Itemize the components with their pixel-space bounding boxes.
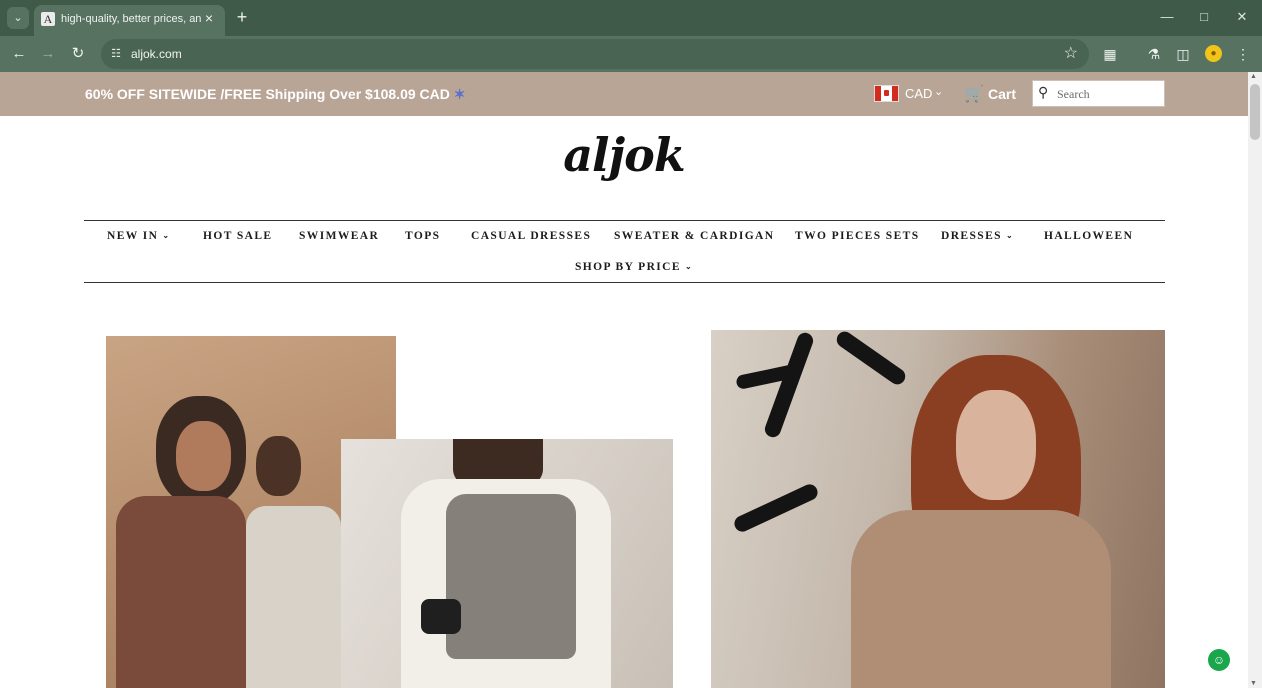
face-shape — [176, 421, 231, 491]
tab-title: high-quality, better prices, and — [61, 13, 201, 25]
nav-item-two-pieces-sets[interactable]: TWO PIECES SETS — [795, 230, 920, 242]
announcement-text[interactable]: 60% OFF SITEWIDE /FREE Shipping Over $10… — [85, 86, 466, 103]
search-box[interactable]: ⚲ — [1032, 80, 1165, 107]
party-icon: ✶ — [453, 86, 466, 102]
chat-icon[interactable]: ☺ — [1208, 649, 1230, 671]
menu-kebab-icon[interactable]: ⋮ — [1232, 43, 1254, 65]
site-info-icon[interactable]: ☷ — [108, 46, 124, 62]
tab-search-button[interactable]: ⌄ — [7, 7, 29, 29]
scroll-up-icon[interactable]: ▲ — [1250, 73, 1257, 80]
announcement-bar: 60% OFF SITEWIDE /FREE Shipping Over $10… — [0, 72, 1248, 116]
mural-stroke-shape — [731, 481, 821, 535]
brown-dress-shape — [116, 496, 246, 688]
currency-selector[interactable]: CAD — [905, 86, 932, 101]
cart-link[interactable]: Cart — [988, 86, 1016, 102]
profile-avatar-icon[interactable]: ● — [1205, 45, 1222, 62]
hair-shape — [256, 436, 301, 496]
canada-flag-icon[interactable] — [874, 85, 899, 102]
new-tab-button[interactable]: + — [233, 7, 251, 27]
main-navigation: NEW IN ⌄ HOT SALE SWIMWEAR TOPS CASUAL DR… — [84, 220, 1165, 283]
nav-item-dresses[interactable]: DRESSES ⌄ — [941, 230, 1014, 242]
scroll-down-icon[interactable]: ▼ — [1250, 680, 1257, 687]
web-page: 60% OFF SITEWIDE /FREE Shipping Over $10… — [0, 72, 1248, 688]
side-panel-icon[interactable]: ◫ — [1172, 43, 1194, 65]
nav-item-sweater-cardigan[interactable]: SWEATER & CARDIGAN — [614, 230, 774, 242]
beige-blazer-shape — [851, 510, 1111, 688]
nav-item-shop-by-price[interactable]: SHOP BY PRICE ⌄ — [575, 261, 693, 273]
nav-item-swimwear[interactable]: SWIMWEAR — [299, 230, 379, 242]
striped-shirt-shape — [246, 506, 341, 688]
labs-flask-icon[interactable]: ⚗ — [1143, 43, 1165, 65]
browser-titlebar: ⌄ A high-quality, better prices, and × +… — [0, 0, 1262, 36]
browser-toolbar: ← → ↻ ☷ aljok.com ☆ ▦ ⚗ ◫ ⋮ — [0, 36, 1262, 72]
cart-icon[interactable]: 🛒 — [964, 84, 984, 104]
scrollbar-thumb[interactable] — [1250, 84, 1260, 140]
search-icon[interactable]: ⚲ — [1038, 84, 1048, 101]
nav-item-tops[interactable]: TOPS — [405, 230, 440, 242]
bookmark-star-icon[interactable]: ☆ — [1064, 44, 1078, 64]
mural-stroke-shape — [833, 328, 909, 388]
hero-image-blazer[interactable] — [711, 328, 1165, 688]
chevron-down-icon[interactable]: ⌄ — [934, 85, 943, 98]
back-arrow-icon[interactable]: ← — [7, 42, 31, 66]
nav-item-new-in[interactable]: NEW IN ⌄ — [107, 230, 170, 242]
minimize-icon[interactable]: — — [1154, 6, 1180, 28]
tab-close-icon[interactable]: × — [201, 10, 217, 26]
extensions-icon[interactable]: ▦ — [1099, 43, 1121, 65]
favicon-icon: A — [41, 12, 55, 26]
nav-item-hot-sale[interactable]: HOT SALE — [203, 230, 272, 242]
nav-item-halloween[interactable]: HALLOWEEN — [1044, 230, 1133, 242]
chevron-down-icon: ⌄ — [684, 262, 694, 271]
address-bar[interactable]: ☷ aljok.com ☆ — [101, 39, 1089, 69]
search-input[interactable] — [1057, 85, 1161, 103]
hero-image-knit-vest[interactable] — [341, 439, 673, 688]
forward-arrow-icon[interactable]: → — [36, 42, 60, 66]
maximize-icon[interactable]: □ — [1191, 6, 1217, 28]
site-logo[interactable]: aljok — [0, 128, 1248, 182]
black-bag-shape — [421, 599, 461, 634]
chevron-down-icon: ⌄ — [1005, 231, 1015, 240]
page-scrollbar[interactable]: ▲ ▼ — [1248, 72, 1262, 688]
face-shape — [956, 390, 1036, 500]
chevron-down-icon: ⌄ — [162, 231, 171, 240]
url-text[interactable]: aljok.com — [131, 47, 182, 61]
nav-item-casual-dresses[interactable]: CASUAL DRESSES — [471, 230, 591, 242]
close-window-icon[interactable]: ✕ — [1229, 6, 1255, 28]
reload-icon[interactable]: ↻ — [66, 42, 90, 66]
mural-stroke-shape — [762, 330, 816, 440]
gray-vest-shape — [446, 494, 576, 659]
active-tab[interactable]: A high-quality, better prices, and × — [34, 5, 225, 36]
